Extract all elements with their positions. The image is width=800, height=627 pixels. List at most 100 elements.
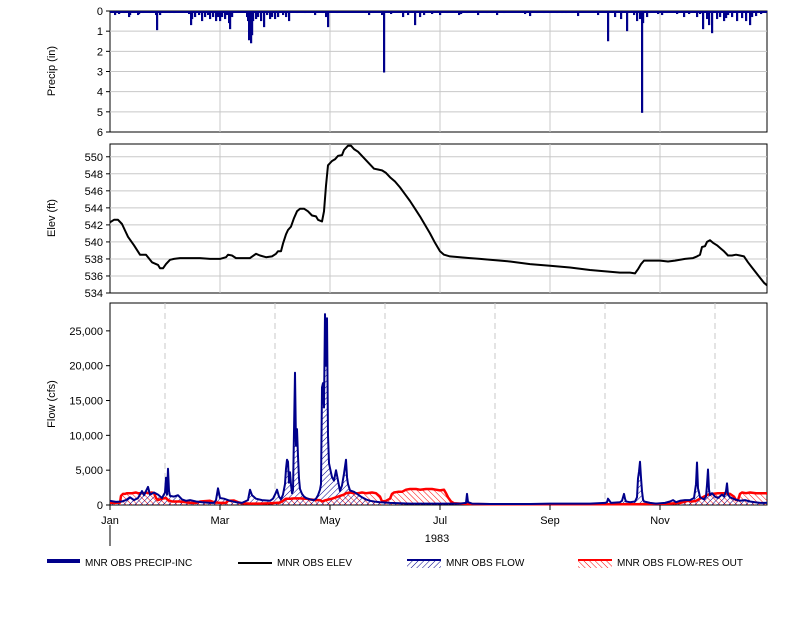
precip-bar: [676, 11, 679, 15]
flow-axis-label: Flow (cfs): [46, 380, 58, 428]
precip-axis-label: Precip (in): [46, 46, 58, 96]
precip-bar: [169, 11, 172, 14]
precip-bar: [439, 11, 442, 16]
legend-swatch-flow-res-out: [578, 560, 612, 568]
precip-bar: [641, 11, 644, 113]
precip-bar: [255, 11, 258, 20]
precip-bar: [751, 11, 754, 18]
elev-ytick-label-6: 546: [85, 186, 103, 198]
precip-bar: [431, 11, 434, 15]
precip-ytick-label-3: 3: [97, 67, 103, 79]
legend: MNR OBS PRECIP-INC MNR OBS ELEV MNR OBS …: [47, 558, 743, 569]
legend-item-elev: MNR OBS ELEV: [238, 558, 352, 569]
precip-bar: [646, 11, 649, 18]
precip-bar: [252, 11, 255, 22]
precip-bar: [381, 11, 384, 16]
precip-bar: [221, 11, 224, 18]
precip-bar: [614, 11, 617, 18]
x-tick-label-may: May: [320, 515, 341, 527]
precip-bar: [765, 11, 768, 14]
precip-bar: [496, 11, 499, 16]
precip-bar: [477, 11, 480, 16]
precip-y-ticks: 0 1 2 3 4 5 6: [97, 6, 110, 139]
precip-bar: [561, 11, 564, 14]
precip-ytick-label-5: 5: [97, 107, 103, 119]
precip-bar: [503, 11, 506, 14]
precip-bar: [741, 11, 744, 19]
precip-bar: [529, 11, 532, 17]
precip-bar: [194, 11, 197, 18]
precip-bar: [708, 11, 711, 26]
elev-ytick-label-4: 542: [85, 220, 103, 232]
x-tick-label-jul: Jul: [433, 515, 447, 527]
flow-ytick-label-0: 0: [97, 500, 103, 512]
precip-bar: [123, 11, 126, 14]
precip-bar: [129, 11, 132, 16]
precip-bar: [702, 11, 705, 30]
precip-bar: [325, 11, 328, 18]
precip-bar: [755, 11, 758, 17]
precip-bar: [207, 11, 210, 16]
elev-ytick-label-5: 544: [85, 203, 103, 215]
legend-item-flow: MNR OBS FLOW: [407, 558, 525, 569]
precip-bar: [219, 11, 222, 22]
legend-label-elev: MNR OBS ELEV: [277, 558, 352, 569]
legend-label-flow: MNR OBS FLOW: [446, 558, 525, 569]
precip-bar: [201, 11, 204, 22]
precip-bar: [565, 11, 568, 14]
flow-ytick-label-5: 25,000: [69, 326, 103, 338]
precip-bar: [191, 11, 194, 20]
precip-bar: [164, 11, 167, 14]
elev-ytick-label-2: 538: [85, 254, 103, 266]
precip-bar: [407, 11, 410, 16]
precip-bar: [226, 11, 229, 16]
precip-bar: [212, 11, 215, 18]
precip-bar: [446, 11, 449, 14]
precip-bar: [639, 11, 642, 20]
precip-bar: [749, 11, 752, 26]
precip-bar: [296, 11, 299, 14]
precip-bar: [549, 11, 552, 14]
precip-bar: [274, 11, 277, 20]
precip-bar: [607, 11, 610, 42]
precip-bar: [727, 11, 730, 16]
precip-bar: [716, 11, 719, 20]
precip-bar: [571, 11, 574, 14]
elev-axis-label: Elev (ft): [46, 199, 58, 237]
flow-ytick-label-2: 10,000: [69, 430, 103, 442]
precip-bar: [661, 11, 664, 16]
elev-ytick-label-1: 536: [85, 271, 103, 283]
x-tick-label-sep: Sep: [540, 515, 560, 527]
precip-ytick-label-2: 2: [97, 46, 103, 58]
precip-bar: [423, 11, 426, 16]
x-axis-year-label: 1983: [425, 533, 449, 545]
elev-ytick-label-0: 534: [85, 288, 103, 300]
x-axis-ticks: Jan Mar May Jul Sep Nov: [101, 505, 670, 527]
precip-bar: [736, 11, 739, 22]
precip-bar: [543, 11, 546, 14]
hydrograph-chart: 0 1 2 3 4 5 6 Precip (in) 534 536 538 540 542 544 54…: [46, 6, 768, 569]
precip-bar: [322, 11, 325, 14]
precip-bar: [209, 11, 212, 20]
precip-bar: [723, 11, 726, 22]
precip-bar: [314, 11, 317, 16]
elev-panel: 534 536 538 540 542 544 546 548 550 Elev (ft): [46, 143, 768, 300]
precip-bar: [666, 11, 669, 14]
precip-bar: [731, 11, 734, 18]
precip-bar: [577, 11, 580, 17]
precip-bar: [696, 11, 699, 18]
precip-bar: [706, 11, 709, 20]
flow-panel: 0 5,000 10,000 15,000 20,000 25,000 Flow (cfs…: [46, 302, 768, 512]
precip-bar: [419, 11, 422, 18]
x-tick-label-mar: Mar: [211, 515, 230, 527]
precip-panel: 0 1 2 3 4 5 6 Precip (in): [46, 6, 768, 139]
precip-bar: [460, 11, 463, 15]
elev-ytick-label-8: 550: [85, 152, 103, 164]
precip-bar: [159, 11, 162, 16]
precip-bar: [524, 11, 527, 15]
precip-bar: [633, 11, 636, 16]
precip-bar: [204, 11, 207, 18]
precip-bar: [760, 11, 763, 15]
precip-bar: [620, 11, 623, 20]
precip-bar: [156, 11, 159, 31]
